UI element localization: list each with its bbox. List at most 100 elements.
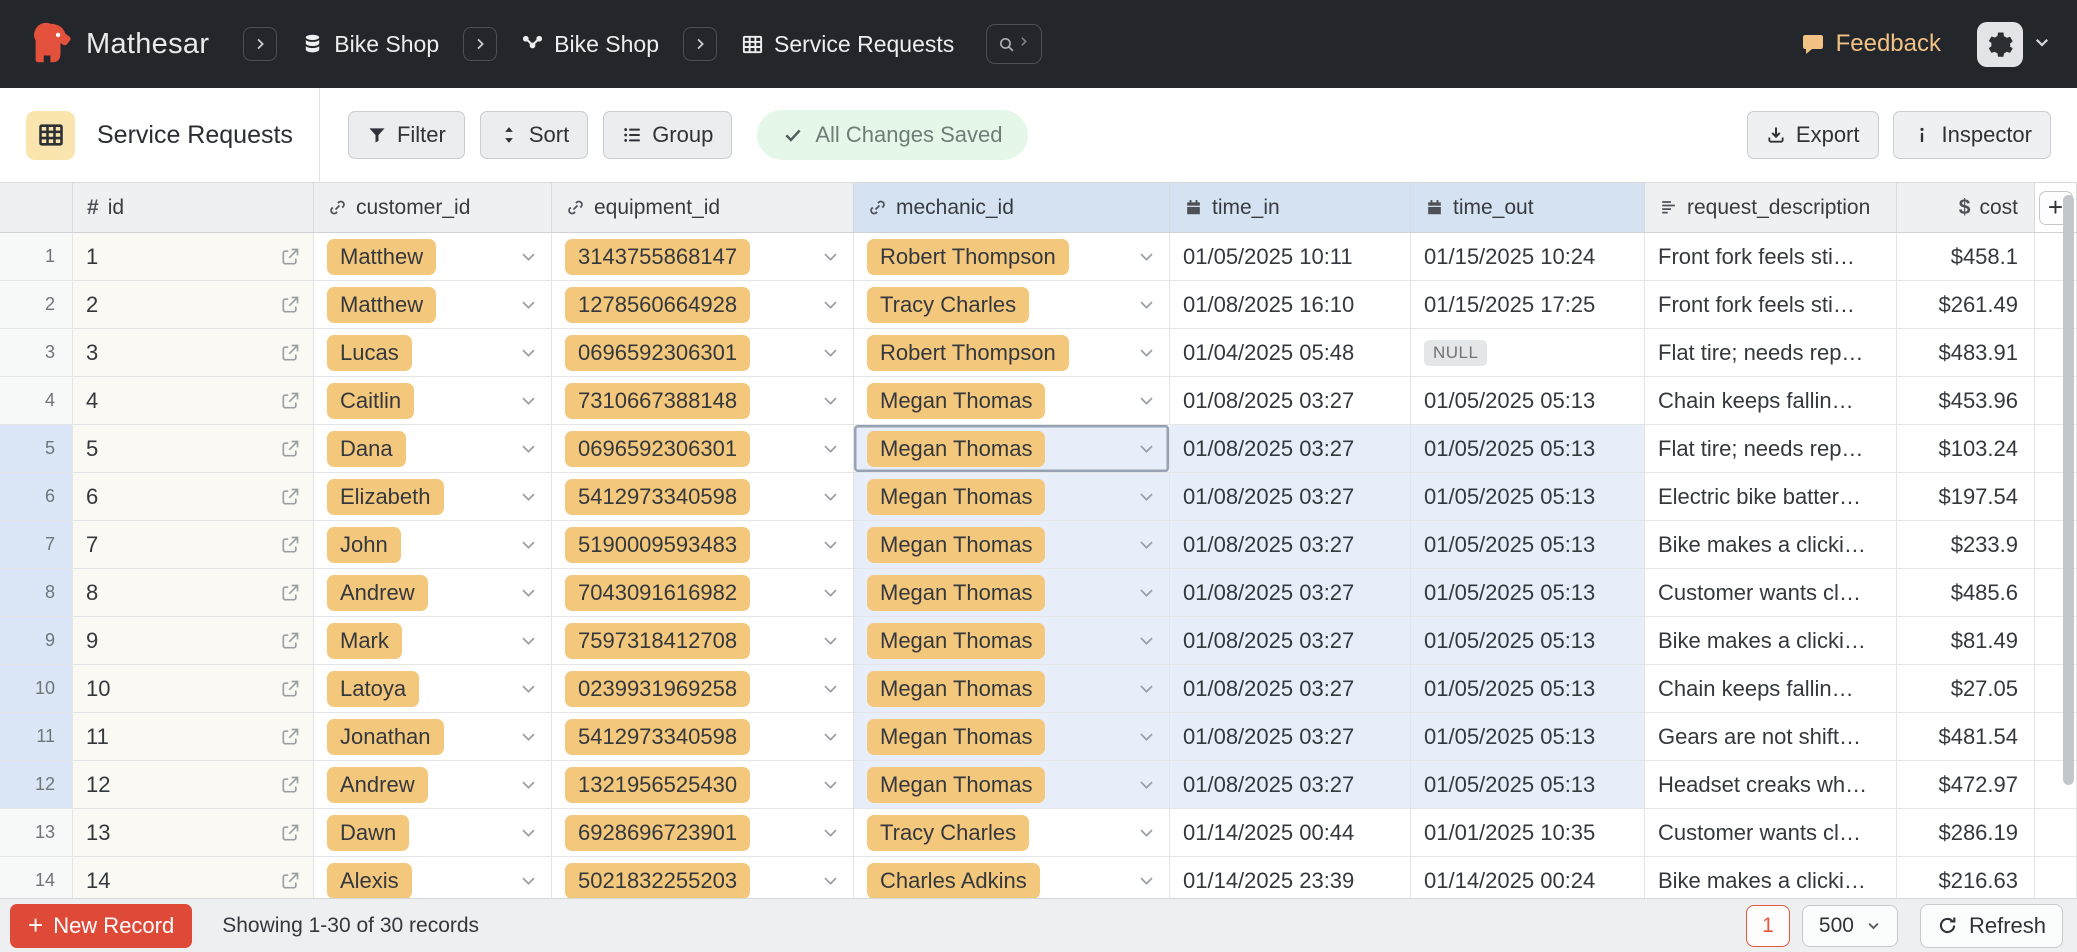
fk-value-pill[interactable]: Mark — [327, 623, 402, 659]
fk-value-pill[interactable]: 5412973340598 — [565, 719, 750, 755]
row-number[interactable]: 6 — [0, 473, 73, 520]
row-number[interactable]: 10 — [0, 665, 73, 712]
cell-time_out[interactable]: 01/05/2025 05:13 — [1411, 761, 1645, 808]
vertical-scrollbar[interactable] — [2063, 195, 2074, 785]
fk-value-pill[interactable]: 0696592306301 — [565, 335, 750, 371]
cell-time_in[interactable]: 01/08/2025 03:27 — [1170, 665, 1411, 712]
cell-request_description[interactable]: Bike makes a clicki… — [1645, 617, 1897, 664]
cell-cost[interactable]: $458.1 — [1897, 233, 2035, 280]
cell-time_out[interactable]: 01/05/2025 05:13 — [1411, 665, 1645, 712]
cell-request_description[interactable]: Front fork feels sti… — [1645, 233, 1897, 280]
row-number[interactable]: 13 — [0, 809, 73, 856]
fk-value-pill[interactable]: 5021832255203 — [565, 863, 750, 899]
cell-time_in[interactable]: 01/14/2025 00:44 — [1170, 809, 1411, 856]
row-number[interactable]: 7 — [0, 521, 73, 568]
cell-time_out[interactable]: 01/15/2025 17:25 — [1411, 281, 1645, 328]
cell-time_in[interactable]: 01/08/2025 03:27 — [1170, 761, 1411, 808]
cell-time_in[interactable]: 01/04/2025 05:48 — [1170, 329, 1411, 376]
cell-cost[interactable]: $197.54 — [1897, 473, 2035, 520]
sort-button[interactable]: Sort — [480, 111, 588, 159]
cell-equipment_id[interactable]: 0696592306301 — [552, 329, 854, 376]
row-number[interactable]: 5 — [0, 425, 73, 472]
fk-value-pill[interactable]: Andrew — [327, 767, 428, 803]
cell-time_in[interactable]: 01/14/2025 23:39 — [1170, 857, 1411, 898]
cell-id[interactable]: 14 — [73, 857, 314, 898]
breadcrumb-schema[interactable]: Bike Shop — [511, 25, 669, 64]
cell-customer_id[interactable]: Matthew — [314, 281, 552, 328]
mathesar-logo[interactable] — [26, 18, 72, 70]
cell-id[interactable]: 10 — [73, 665, 314, 712]
cell-customer_id[interactable]: John — [314, 521, 552, 568]
cell-request_description[interactable]: Chain keeps fallin… — [1645, 665, 1897, 712]
cell-time_in[interactable]: 01/08/2025 03:27 — [1170, 713, 1411, 760]
cell-time_in[interactable]: 01/08/2025 03:27 — [1170, 377, 1411, 424]
cell-request_description[interactable]: Customer wants cl… — [1645, 809, 1897, 856]
column-header-time_in[interactable]: time_in — [1170, 183, 1411, 232]
row-number-header[interactable] — [0, 183, 73, 232]
cell-equipment_id[interactable]: 5412973340598 — [552, 473, 854, 520]
cell-time_out[interactable]: 01/05/2025 05:13 — [1411, 425, 1645, 472]
page-size-select[interactable]: 500 — [1802, 905, 1898, 947]
cell-mechanic_id[interactable]: Robert Thompson — [854, 329, 1170, 376]
fk-value-pill[interactable]: Andrew — [327, 575, 428, 611]
column-header-customer_id[interactable]: customer_id — [314, 183, 552, 232]
fk-value-pill[interactable]: Robert Thompson — [867, 335, 1069, 371]
cell-time_out[interactable]: 01/15/2025 10:24 — [1411, 233, 1645, 280]
fk-value-pill[interactable]: Dawn — [327, 815, 409, 851]
cell-equipment_id[interactable]: 5021832255203 — [552, 857, 854, 898]
cell-cost[interactable]: $216.63 — [1897, 857, 2035, 898]
row-number[interactable]: 2 — [0, 281, 73, 328]
fk-value-pill[interactable]: 7597318412708 — [565, 623, 750, 659]
cell-time_in[interactable]: 01/08/2025 03:27 — [1170, 521, 1411, 568]
cell-customer_id[interactable]: Mark — [314, 617, 552, 664]
column-header-mechanic_id[interactable]: mechanic_id — [854, 183, 1170, 232]
cell-cost[interactable]: $261.49 — [1897, 281, 2035, 328]
fk-value-pill[interactable]: 0696592306301 — [565, 431, 750, 467]
cell-equipment_id[interactable]: 5412973340598 — [552, 713, 854, 760]
cell-cost[interactable]: $233.9 — [1897, 521, 2035, 568]
cell-mechanic_id[interactable]: Tracy Charles — [854, 281, 1170, 328]
fk-value-pill[interactable]: Megan Thomas — [867, 431, 1045, 467]
fk-value-pill[interactable]: Dana — [327, 431, 406, 467]
cell-time_out[interactable]: 01/05/2025 05:13 — [1411, 473, 1645, 520]
cell-customer_id[interactable]: Lucas — [314, 329, 552, 376]
cell-cost[interactable]: $103.24 — [1897, 425, 2035, 472]
refresh-button[interactable]: Refresh — [1920, 904, 2063, 948]
fk-value-pill[interactable]: Megan Thomas — [867, 719, 1045, 755]
column-header-request_description[interactable]: request_description — [1645, 183, 1897, 232]
cell-request_description[interactable]: Flat tire; needs rep… — [1645, 425, 1897, 472]
fk-value-pill[interactable]: Alexis — [327, 863, 412, 899]
cell-cost[interactable]: $481.54 — [1897, 713, 2035, 760]
cell-time_out[interactable]: NULL — [1411, 329, 1645, 376]
fk-value-pill[interactable]: Robert Thompson — [867, 239, 1069, 275]
cell-customer_id[interactable]: Andrew — [314, 569, 552, 616]
cell-customer_id[interactable]: Matthew — [314, 233, 552, 280]
row-number[interactable]: 14 — [0, 857, 73, 898]
fk-value-pill[interactable]: 1278560664928 — [565, 287, 750, 323]
cell-cost[interactable]: $485.6 — [1897, 569, 2035, 616]
fk-value-pill[interactable]: Megan Thomas — [867, 623, 1045, 659]
cell-equipment_id[interactable]: 5190009593483 — [552, 521, 854, 568]
cell-customer_id[interactable]: Elizabeth — [314, 473, 552, 520]
cell-mechanic_id[interactable]: Megan Thomas — [854, 521, 1170, 568]
cell-customer_id[interactable]: Dana — [314, 425, 552, 472]
cell-customer_id[interactable]: Jonathan — [314, 713, 552, 760]
cell-id[interactable]: 7 — [73, 521, 314, 568]
cell-id[interactable]: 6 — [73, 473, 314, 520]
column-header-cost[interactable]: $cost — [1897, 183, 2035, 232]
cell-time_in[interactable]: 01/08/2025 03:27 — [1170, 425, 1411, 472]
fk-value-pill[interactable]: 1321956525430 — [565, 767, 750, 803]
fk-value-pill[interactable]: Megan Thomas — [867, 575, 1045, 611]
cell-time_in[interactable]: 01/08/2025 03:27 — [1170, 569, 1411, 616]
cell-time_out[interactable]: 01/05/2025 05:13 — [1411, 521, 1645, 568]
cell-id[interactable]: 13 — [73, 809, 314, 856]
cell-equipment_id[interactable]: 3143755868147 — [552, 233, 854, 280]
fk-value-pill[interactable]: Latoya — [327, 671, 419, 707]
row-number[interactable]: 1 — [0, 233, 73, 280]
cell-id[interactable]: 4 — [73, 377, 314, 424]
cell-mechanic_id[interactable]: Megan Thomas — [854, 425, 1170, 472]
cell-cost[interactable]: $453.96 — [1897, 377, 2035, 424]
fk-value-pill[interactable]: Megan Thomas — [867, 383, 1045, 419]
fk-value-pill[interactable]: 0239931969258 — [565, 671, 750, 707]
fk-value-pill[interactable]: Megan Thomas — [867, 671, 1045, 707]
